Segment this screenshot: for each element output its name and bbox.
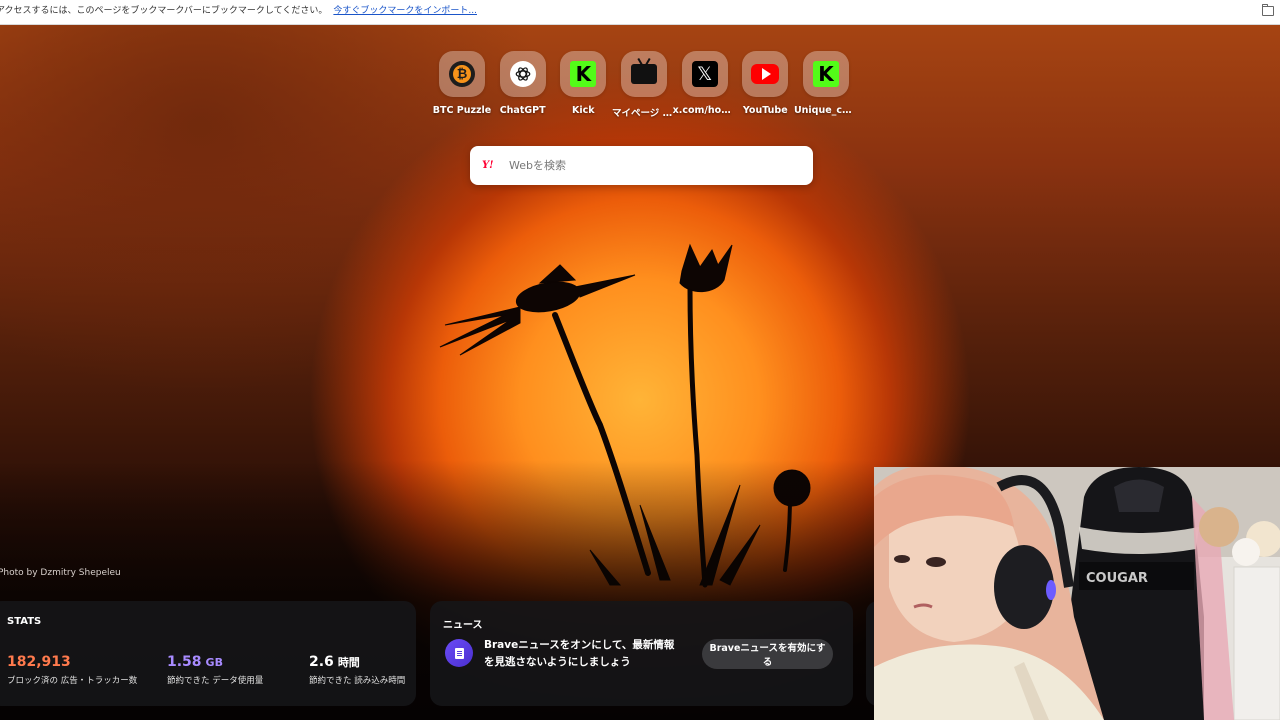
news-message: Braveニュースをオンにして、最新情報を見逃さないようにしましょう (484, 639, 675, 668)
tv-icon (630, 64, 657, 84)
stat-unit: 時間 (337, 656, 360, 669)
webcam-overlay: COUGAR (874, 467, 1280, 720)
site-tile: 𝕏 (681, 51, 728, 97)
top-site-btc-puzzle[interactable]: ₿ BTC Puzzle (432, 51, 492, 119)
stat-desc: 節約できた 読み込み時間 (309, 676, 406, 686)
news-widget: ニュース Braveニュースをオンにして、最新情報を見逃さないようにしましょう … (430, 601, 853, 706)
stat-time: 2.6 時間 節約できた 読み込み時間 (309, 651, 405, 686)
search-box[interactable]: Y! (470, 146, 813, 185)
chair-brand-logo: COUGAR (1086, 571, 1148, 586)
top-site-x[interactable]: 𝕏 x.com/home (672, 51, 737, 119)
site-label: Kick (572, 105, 595, 116)
stat-value: 182,913 (7, 654, 71, 670)
top-site-mypage[interactable]: マイページ 最... (611, 51, 676, 119)
x-icon: 𝕏 (691, 61, 718, 87)
stats-title: STATS (7, 616, 42, 627)
stat-unit: GB (205, 656, 223, 669)
site-tile: K (560, 51, 607, 97)
youtube-icon (751, 64, 780, 84)
stat-blocked: 182,913 ブロック済の 広告・トラッカー数 (7, 651, 137, 686)
kick-icon: K (812, 61, 839, 87)
site-label: Unique_cat... (793, 105, 858, 116)
top-site-chatgpt[interactable]: ChatGPT (493, 51, 553, 119)
bookmarks-bar-message: アクセスするには、このページをブックマークバーにブックマークしてください。 今すぐ… (0, 6, 477, 16)
import-bookmarks-link[interactable]: 今すぐブックマークをインポート... (333, 6, 477, 16)
chatgpt-icon (509, 61, 536, 87)
stats-widget: STATS 182,913 ブロック済の 広告・トラッカー数 1.58 GB 節約… (0, 601, 416, 706)
site-tile (620, 51, 667, 97)
news-icon (445, 639, 473, 667)
kick-icon: K (570, 61, 597, 87)
search-input[interactable] (507, 158, 801, 173)
stat-desc: 節約できた データ使用量 (167, 676, 264, 686)
folder-icon[interactable] (1262, 4, 1274, 16)
enable-news-button[interactable]: Braveニュースを有効にする (702, 639, 833, 669)
site-tile: K (802, 51, 849, 97)
top-site-youtube[interactable]: YouTube (735, 51, 795, 119)
news-title: ニュース (443, 620, 483, 631)
webcam-video: COUGAR (874, 467, 1280, 720)
btc-icon: ₿ (449, 61, 475, 87)
site-label: ChatGPT (499, 105, 546, 116)
site-tile: ₿ (439, 51, 485, 97)
site-tile (499, 51, 546, 97)
site-label: YouTube (742, 105, 788, 116)
top-sites: ₿ BTC Puzzle ChatGPT K Kick マイページ 最... 𝕏… (432, 51, 858, 119)
bookmarks-bar: アクセスするには、このページをブックマークバーにブックマークしてください。 今すぐ… (0, 0, 1280, 25)
site-label: BTC Puzzle (432, 105, 492, 116)
site-label: x.com/home (672, 105, 737, 116)
stat-desc: ブロック済の 広告・トラッカー数 (7, 676, 138, 686)
photo-credit[interactable]: Photo by Dzmitry Shepeleu (0, 568, 121, 578)
stat-value: 2.6 (309, 654, 334, 670)
top-site-kick[interactable]: K Kick (553, 51, 613, 119)
site-label: マイページ 最... (611, 108, 676, 119)
top-site-unique-cat[interactable]: K Unique_cat... (793, 51, 858, 119)
yahoo-icon: Y! (482, 160, 494, 171)
stat-value: 1.58 (167, 654, 202, 670)
stat-bandwidth: 1.58 GB 節約できた データ使用量 (167, 651, 263, 686)
site-tile (742, 51, 789, 97)
